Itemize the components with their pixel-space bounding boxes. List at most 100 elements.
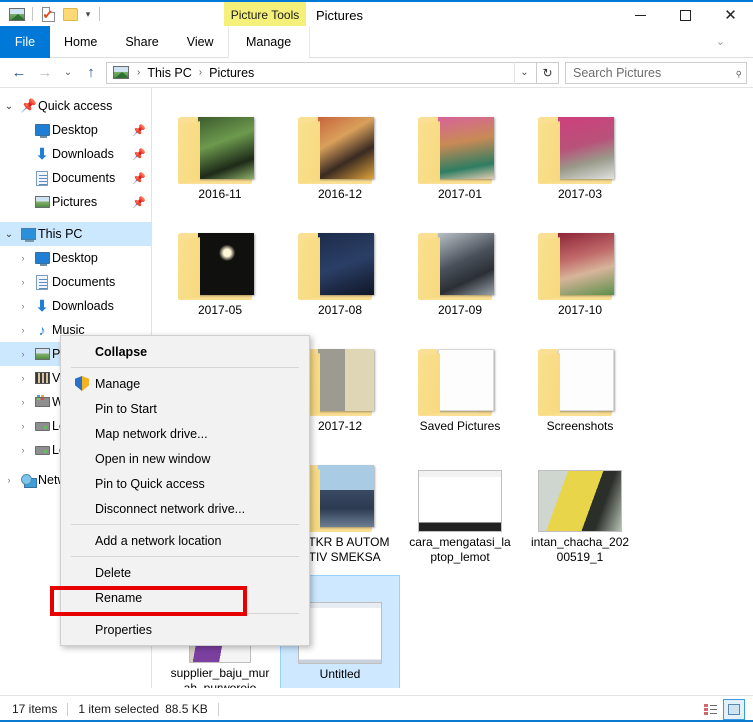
- chevron-down-icon[interactable]: ⌄: [0, 101, 18, 112]
- close-icon[interactable]: ✕: [708, 2, 753, 28]
- customize-qat-caret-icon[interactable]: ▾: [81, 9, 95, 20]
- chevron-right-icon[interactable]: ›: [14, 301, 32, 311]
- item-label: 2017-03: [557, 187, 603, 201]
- music-icon: ♪: [38, 322, 46, 338]
- sidebar-item-pictures-qa[interactable]: Pictures 📌: [0, 190, 151, 214]
- breadcrumb-pictures[interactable]: Pictures: [206, 66, 257, 80]
- file-explorer-window: ▾ Picture Tools Pictures ✕ File Home Sha…: [0, 0, 753, 722]
- menu-item-properties[interactable]: Properties: [61, 617, 309, 642]
- chevron-down-icon[interactable]: ⌄: [0, 229, 18, 240]
- menu-item-disconnect-network-drive[interactable]: Disconnect network drive...: [61, 496, 309, 521]
- forward-button[interactable]: →: [32, 61, 58, 85]
- chevron-right-icon[interactable]: ›: [14, 325, 32, 335]
- properties-icon[interactable]: [37, 3, 59, 25]
- status-bar: 17 items 1 item selected 88.5 KB: [0, 695, 753, 722]
- maximize-icon[interactable]: [663, 2, 708, 28]
- sidebar-item-documents[interactable]: › Documents: [0, 270, 151, 294]
- list-item[interactable]: Saved Pictures: [400, 328, 520, 436]
- tab-home[interactable]: Home: [50, 26, 111, 58]
- pin-icon[interactable]: 📌: [131, 196, 147, 209]
- chevron-right-icon[interactable]: ›: [14, 421, 32, 431]
- breadcrumb-this-pc[interactable]: This PC: [144, 66, 194, 80]
- sidebar-item-downloads-qa[interactable]: ⬇ Downloads 📌: [0, 142, 151, 166]
- sidebar-item-desktop-qa[interactable]: Desktop 📌: [0, 118, 151, 142]
- refresh-button[interactable]: ↻: [537, 61, 559, 84]
- back-button[interactable]: ←: [6, 61, 32, 85]
- tab-share[interactable]: Share: [111, 26, 172, 58]
- details-view-icon[interactable]: [699, 699, 721, 720]
- pin-icon[interactable]: 📌: [131, 172, 147, 185]
- list-item[interactable]: 2017-05: [160, 212, 280, 320]
- search-input[interactable]: Search Pictures ⌕: [565, 61, 747, 84]
- large-icons-view-icon[interactable]: [723, 699, 745, 720]
- sidebar-item-quick-access[interactable]: ⌄ 📌 Quick access: [0, 94, 151, 118]
- list-item[interactable]: intan_chacha_20200519_1: [520, 444, 640, 567]
- context-menu[interactable]: Collapse Manage Pin to Start Map network…: [50, 335, 310, 646]
- folder-thumbnail: [532, 330, 628, 416]
- pin-icon[interactable]: 📌: [131, 148, 147, 161]
- minimize-icon[interactable]: [618, 2, 663, 28]
- menu-item-label: Pin to Start: [95, 401, 157, 416]
- breadcrumb-separator-1[interactable]: ›: [195, 67, 206, 78]
- list-item[interactable]: 2017-03: [520, 96, 640, 204]
- menu-item-label: Add a network location: [95, 533, 222, 548]
- list-item[interactable]: 2016-11: [160, 96, 280, 204]
- folder-thumbnail: [292, 98, 388, 184]
- list-item[interactable]: Screenshots: [520, 328, 640, 436]
- chevron-right-icon[interactable]: ›: [14, 373, 32, 383]
- new-folder-icon[interactable]: [59, 3, 81, 25]
- sidebar-item-this-pc[interactable]: ⌄ This PC: [0, 222, 151, 246]
- tab-manage[interactable]: Manage: [227, 26, 310, 58]
- tab-file[interactable]: File: [0, 26, 50, 58]
- menu-item-open-in-new-window[interactable]: Open in new window: [61, 446, 309, 471]
- menu-item-label: Disconnect network drive...: [95, 501, 246, 516]
- expand-ribbon-caret-icon[interactable]: ⌄: [716, 35, 725, 48]
- pin-icon[interactable]: 📌: [131, 124, 147, 137]
- explorer-pictures-icon[interactable]: [6, 3, 28, 25]
- menu-item-delete[interactable]: Delete: [61, 560, 309, 585]
- menu-item-rename[interactable]: Rename: [61, 585, 309, 610]
- breadcrumb-dropdown-caret-icon[interactable]: ⌄: [514, 61, 534, 84]
- menu-item-map-network-drive[interactable]: Map network drive...: [61, 421, 309, 446]
- menu-item-label: Map network drive...: [95, 426, 208, 441]
- chevron-right-icon[interactable]: ›: [14, 397, 32, 407]
- sidebar-item-desktop[interactable]: › Desktop: [0, 246, 151, 270]
- menu-item-collapse[interactable]: Collapse: [61, 339, 309, 364]
- folder-thumbnail: [412, 330, 508, 416]
- toolbar-divider: [32, 7, 33, 21]
- menu-item-label: Collapse: [95, 344, 148, 359]
- menu-item-label: Open in new window: [95, 451, 211, 466]
- list-item[interactable]: 2017-08: [280, 212, 400, 320]
- network-icon: [18, 473, 38, 488]
- breadcrumb-separator-0[interactable]: ›: [133, 67, 144, 78]
- sidebar-item-downloads[interactable]: › ⬇ Downloads: [0, 294, 151, 318]
- sidebar-item-documents-qa[interactable]: Documents 📌: [0, 166, 151, 190]
- tab-view[interactable]: View: [173, 26, 228, 58]
- list-item[interactable]: cara_mengatasi_laptop_lemot: [400, 444, 520, 567]
- chevron-right-icon[interactable]: ›: [14, 277, 32, 287]
- breadcrumb[interactable]: › This PC › Pictures ⌄: [106, 61, 537, 84]
- menu-item-label: Rename: [95, 590, 143, 605]
- sidebar-label: This PC: [38, 227, 83, 241]
- list-item[interactable]: 2017-10: [520, 212, 640, 320]
- menu-item-manage[interactable]: Manage: [61, 371, 309, 396]
- list-item[interactable]: 2016-12: [280, 96, 400, 204]
- list-item[interactable]: 2017-01: [400, 96, 520, 204]
- sidebar-label: Downloads: [52, 147, 114, 161]
- breadcrumb-pictures-icon: [113, 66, 129, 79]
- menu-separator: [71, 524, 299, 525]
- chevron-right-icon[interactable]: ›: [14, 253, 32, 263]
- menu-item-pin-to-quick-access[interactable]: Pin to Quick access: [61, 471, 309, 496]
- chevron-right-icon[interactable]: ›: [0, 475, 18, 485]
- chevron-right-icon[interactable]: ›: [14, 349, 32, 359]
- chevron-right-icon[interactable]: ›: [14, 445, 32, 455]
- window-controls: ✕: [618, 2, 753, 28]
- sidebar-label: Pictures: [52, 195, 98, 209]
- up-button[interactable]: ↑: [78, 61, 104, 85]
- recent-locations-button[interactable]: ⌄: [58, 61, 78, 85]
- list-item[interactable]: 2017-09: [400, 212, 520, 320]
- monitor-icon: [32, 252, 52, 266]
- menu-item-add-network-location[interactable]: Add a network location: [61, 528, 309, 553]
- menu-item-pin-to-start[interactable]: Pin to Start: [61, 396, 309, 421]
- item-label: 2017-05: [197, 303, 243, 317]
